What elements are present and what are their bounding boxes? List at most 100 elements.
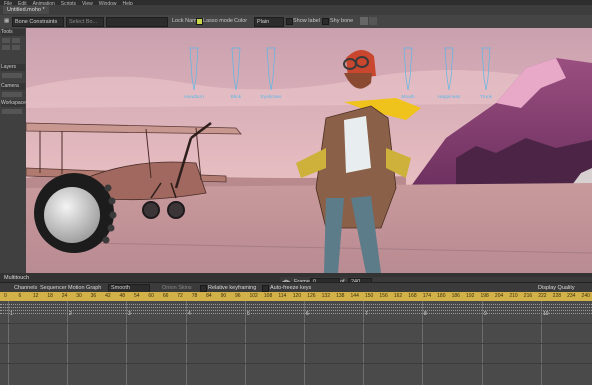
ruler-tick-label: 48 <box>119 293 126 299</box>
camera-tool[interactable] <box>2 92 22 97</box>
tool-select[interactable]: Bone Constraints <box>12 17 64 27</box>
ruler-tick-label: 6 <box>18 293 22 299</box>
ruler-tick-label: 0 <box>4 293 7 299</box>
bone-color-swatch[interactable] <box>360 17 368 25</box>
tool-options-icon: ▦ <box>4 18 10 24</box>
select-bone-field[interactable]: Select Bo... <box>66 17 104 27</box>
canvas-viewport[interactable]: Headturn Blink Eyebrows Mouth Happiness Trunk <box>26 28 592 278</box>
layers-panel-label: Layers <box>1 64 17 70</box>
tools-panel-label: Tools <box>1 29 13 35</box>
shy-bone-label: Shy bone <box>330 18 354 24</box>
ruler-tick-label: 180 <box>437 293 446 299</box>
ruler-tick-label: 204 <box>494 293 504 299</box>
show-label-checkbox[interactable] <box>286 18 293 25</box>
left-panel: Tools Layers Camera Workspace <box>0 28 26 273</box>
workspace-panel-header[interactable]: Workspace <box>1 100 26 107</box>
tool-button[interactable] <box>12 45 20 50</box>
channel-divider <box>0 323 592 324</box>
color-select[interactable]: Plain <box>254 17 284 27</box>
ruler-tick-label: 120 <box>292 293 302 299</box>
lasso-mode-label: Lasso mode <box>203 18 233 24</box>
ruler-tick-label: 84 <box>206 293 212 299</box>
dial-orbit-button[interactable] <box>107 224 115 232</box>
tab-motion-graph[interactable]: Motion Graph <box>68 284 101 292</box>
bone-name-field[interactable] <box>106 17 168 27</box>
select-bone-placeholder: Select Bo... <box>69 19 98 25</box>
layers-panel-header[interactable]: Layers <box>1 64 25 71</box>
dial-pan-button[interactable] <box>104 184 112 192</box>
tool-button[interactable] <box>2 45 10 50</box>
ruler-tick-label: 150 <box>364 293 374 299</box>
ruler-tick-label: 132 <box>321 293 330 299</box>
relative-keyframing-label: Relative keyframing <box>208 285 257 291</box>
timeline-ruler[interactable]: 0 6 12 18 24 30 36 42 48 54 60 66 72 78 84 90 96 102 108 11… <box>0 292 592 301</box>
ruler-tick-label: 108 <box>263 293 273 299</box>
document-tab-bar: Untitled.moho * <box>0 5 592 15</box>
ruler-tick-label: 138 <box>336 293 345 299</box>
timeline-channels[interactable]: 1 2 3 4 5 6 7 8 9 10 <box>0 301 592 385</box>
tab-channels[interactable]: Channels <box>14 284 37 292</box>
ruler-tick-label: 24 <box>61 293 68 299</box>
scene-illustration: Headturn Blink Eyebrows Mouth Happiness Trunk <box>26 28 592 278</box>
layer-row[interactable] <box>2 73 22 78</box>
slider-label: Happiness <box>438 94 461 100</box>
ruler-tick-label: 90 <box>220 293 227 299</box>
tool-options-bar: ▦ Bone Constraints Select Bo... Lock Nam… <box>0 15 592 29</box>
slider-label: Trunk <box>480 94 493 100</box>
shy-bone-checkbox[interactable] <box>322 18 329 25</box>
channel-divider <box>0 343 592 344</box>
ruler-tick-label: 60 <box>148 293 154 299</box>
ruler-tick-label: 30 <box>76 293 82 299</box>
ruler-tick-label: 222 <box>538 293 547 299</box>
ruler-tick-label: 18 <box>47 293 53 299</box>
bone-option-button[interactable] <box>369 17 377 25</box>
channel-divider <box>0 363 592 364</box>
interpolation-value: Smooth <box>111 285 130 291</box>
lasso-mode-checkbox[interactable] <box>196 18 203 25</box>
color-label: Color <box>234 18 248 24</box>
ruler-tick-label: 162 <box>393 293 403 299</box>
tool-button[interactable] <box>2 38 10 43</box>
ruler-tick-label: 234 <box>567 293 576 299</box>
document-tab[interactable]: Untitled.moho * <box>3 6 49 14</box>
tool-button[interactable] <box>12 38 20 43</box>
show-label-text: Show label <box>293 18 320 24</box>
workspace-tool[interactable] <box>2 109 22 114</box>
ruler-tick-label: 12 <box>32 293 39 299</box>
dial-rotate-button[interactable] <box>109 211 117 219</box>
slider-label: Mouth <box>401 94 415 100</box>
ruler-tick-label: 228 <box>552 293 562 299</box>
slider-label: Headturn <box>184 94 204 100</box>
ruler-tick-label: 168 <box>408 293 417 299</box>
ruler-tick-label: 186 <box>451 293 460 299</box>
dial-zoom-button[interactable] <box>108 197 116 205</box>
ruler-tick-label: 210 <box>509 293 518 299</box>
tab-sequencer[interactable]: Sequencer <box>40 284 67 292</box>
ruler-tick-label: 126 <box>307 293 316 299</box>
keyframe-row[interactable] <box>0 313 592 316</box>
auto-freeze-checkbox[interactable] <box>262 285 269 292</box>
camera-panel-label: Camera <box>1 83 19 89</box>
ruler-tick-label: 240 <box>581 293 590 299</box>
ruler-tick-label: 78 <box>191 293 198 299</box>
ruler-tick-label: 198 <box>480 293 489 299</box>
slider-label: Blink <box>231 94 242 100</box>
relative-keyframing-checkbox[interactable] <box>200 285 207 292</box>
ruler-tick-label: 174 <box>422 293 432 299</box>
ruler-tick-label: 36 <box>90 293 97 299</box>
auto-freeze-label: Auto-freeze keys <box>270 285 312 291</box>
dial-knob[interactable] <box>44 187 100 243</box>
ruler-tick-label: 102 <box>249 293 258 299</box>
tool-select-value: Bone Constraints <box>15 19 58 25</box>
display-quality-label[interactable]: Display Quality <box>538 284 575 292</box>
color-select-value: Plain <box>257 19 270 25</box>
dial-reset-button[interactable] <box>102 236 110 244</box>
ruler-tick-label: 96 <box>235 293 241 299</box>
slider-label: Eyebrows <box>260 94 282 100</box>
ruler-tick-label: 192 <box>466 293 475 299</box>
tools-panel-header[interactable]: Tools <box>1 29 25 36</box>
camera-panel-header[interactable]: Camera <box>1 83 25 90</box>
ruler-tick-label: 216 <box>523 293 533 299</box>
ruler-tick-label: 156 <box>379 293 388 299</box>
onion-skins-label[interactable]: Onion Skins <box>162 284 192 292</box>
